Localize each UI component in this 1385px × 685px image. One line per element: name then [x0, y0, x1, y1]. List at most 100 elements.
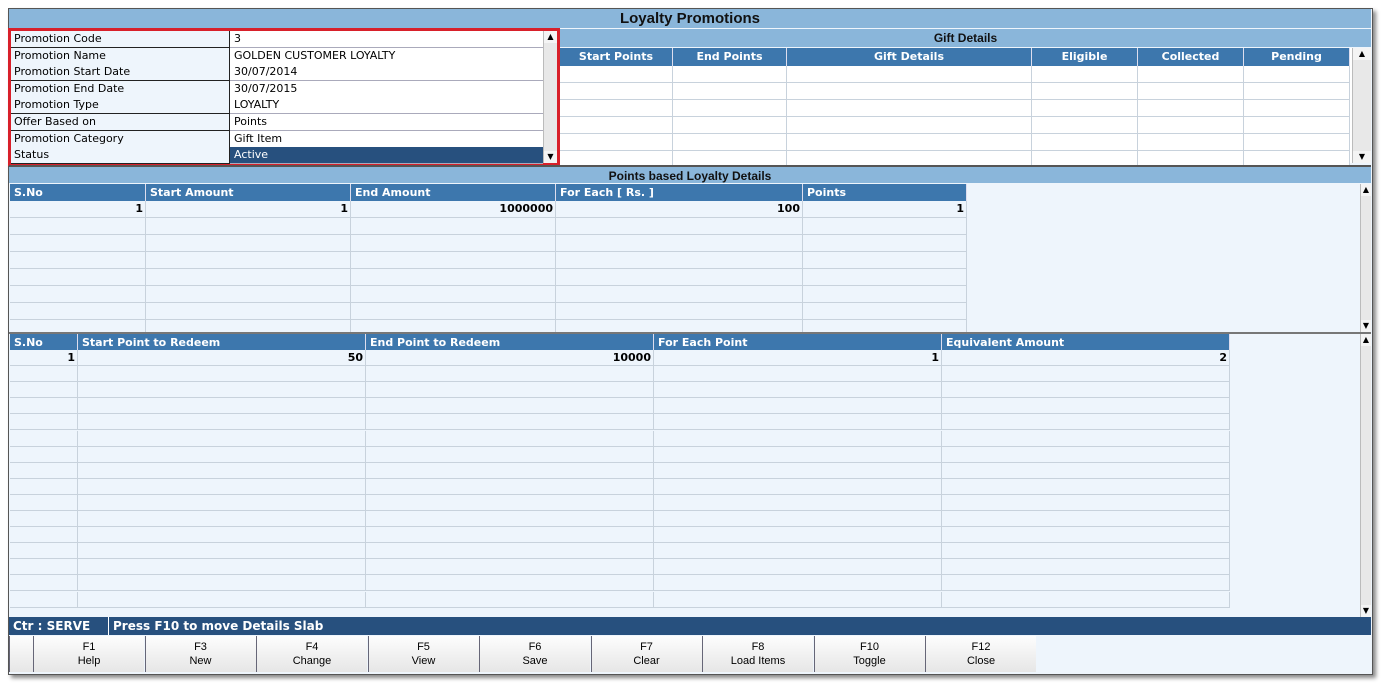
table-cell[interactable] [556, 235, 803, 251]
table-cell[interactable] [10, 446, 78, 462]
table-row[interactable] [10, 382, 1230, 399]
table-row[interactable] [10, 235, 967, 252]
table-cell[interactable] [942, 366, 1230, 382]
table-cell[interactable] [10, 303, 146, 319]
table-cell[interactable] [78, 398, 366, 414]
table-cell[interactable] [78, 446, 366, 462]
table-cell[interactable]: 1 [803, 201, 967, 217]
field-value[interactable]: LOYALTY [230, 97, 543, 115]
table-cell[interactable] [787, 134, 1032, 150]
table-cell[interactable] [10, 494, 78, 510]
table-cell[interactable] [351, 269, 556, 285]
scroll-down-icon[interactable]: ▼ [1361, 320, 1371, 332]
table-cell[interactable] [803, 286, 967, 302]
button-toggle[interactable]: F10 Toggle [813, 636, 925, 672]
table-cell[interactable] [1032, 66, 1138, 82]
table-cell[interactable] [366, 478, 654, 494]
table-cell[interactable] [673, 134, 787, 150]
table-cell[interactable] [1138, 100, 1244, 116]
table-cell[interactable] [366, 430, 654, 446]
table-cell[interactable] [78, 366, 366, 382]
column-header[interactable]: Start Amount [146, 184, 351, 201]
table-cell[interactable] [803, 235, 967, 251]
table-cell[interactable]: 1 [146, 201, 351, 217]
table-row[interactable]: 1 50 10000 1 2 [10, 350, 1230, 367]
scroll-up-icon[interactable]: ▲ [1361, 184, 1371, 196]
field-value[interactable]: 30/07/2015 [230, 80, 543, 98]
table-cell[interactable] [366, 462, 654, 478]
table-cell[interactable]: 1 [654, 350, 942, 366]
table-cell[interactable] [78, 511, 366, 527]
button-view[interactable]: F5 View [367, 636, 479, 672]
table-cell[interactable] [10, 478, 78, 494]
table-cell[interactable] [560, 100, 673, 116]
table-row[interactable]: 1 1 1000000 100 1 [10, 201, 967, 218]
field-value[interactable]: GOLDEN CUSTOMER LOYALTY [230, 47, 543, 65]
table-cell[interactable] [803, 218, 967, 234]
table-cell[interactable] [1032, 83, 1138, 99]
field-value[interactable]: Active [230, 147, 543, 165]
table-cell[interactable] [10, 591, 78, 607]
field-value[interactable]: 3 [230, 31, 543, 48]
table-cell[interactable] [942, 591, 1230, 607]
table-cell[interactable] [78, 382, 366, 398]
scroll-down-icon[interactable]: ▼ [1353, 151, 1371, 163]
table-cell[interactable] [366, 543, 654, 559]
table-row[interactable] [560, 100, 1350, 117]
table-cell[interactable] [560, 117, 673, 133]
table-cell[interactable] [78, 430, 366, 446]
table-cell[interactable] [942, 511, 1230, 527]
table-cell[interactable] [351, 303, 556, 319]
table-cell[interactable] [787, 66, 1032, 82]
table-cell[interactable] [10, 382, 78, 398]
table-row[interactable] [10, 398, 1230, 415]
button-save[interactable]: F6 Save [479, 636, 590, 672]
table-cell[interactable] [366, 511, 654, 527]
table-cell[interactable] [654, 543, 942, 559]
column-header[interactable]: Start Point to Redeem [78, 334, 366, 350]
table-row[interactable] [10, 269, 967, 286]
table-cell[interactable] [942, 414, 1230, 430]
table-cell[interactable] [146, 303, 351, 319]
scroll-up-icon[interactable]: ▲ [544, 31, 557, 43]
table-cell[interactable] [942, 494, 1230, 510]
table-cell[interactable] [366, 575, 654, 591]
table-cell[interactable] [942, 398, 1230, 414]
table-cell[interactable]: 2 [942, 350, 1230, 366]
table-cell[interactable] [366, 446, 654, 462]
table-cell[interactable] [146, 218, 351, 234]
table-cell[interactable] [560, 66, 673, 82]
table-cell[interactable] [673, 66, 787, 82]
table-cell[interactable] [1138, 134, 1244, 150]
table-cell[interactable] [942, 382, 1230, 398]
table-row[interactable] [10, 252, 967, 269]
table-cell[interactable] [10, 559, 78, 575]
table-row[interactable] [10, 462, 1230, 479]
table-cell[interactable] [78, 575, 366, 591]
table-cell[interactable] [787, 83, 1032, 99]
table-cell[interactable] [654, 398, 942, 414]
table-cell[interactable] [78, 591, 366, 607]
table-cell[interactable] [10, 575, 78, 591]
table-cell[interactable] [1032, 117, 1138, 133]
scroll-down-icon[interactable]: ▼ [1361, 605, 1371, 617]
table-cell[interactable] [10, 462, 78, 478]
table-cell[interactable] [10, 252, 146, 268]
table-row[interactable] [10, 575, 1230, 592]
table-cell[interactable] [1244, 66, 1350, 82]
table-cell[interactable] [654, 511, 942, 527]
table-cell[interactable] [654, 575, 942, 591]
table-cell[interactable] [78, 559, 366, 575]
table-cell[interactable] [787, 100, 1032, 116]
table-cell[interactable] [654, 382, 942, 398]
table-row[interactable] [10, 478, 1230, 495]
table-cell[interactable] [673, 83, 787, 99]
field-value[interactable]: Points [230, 114, 543, 131]
table-cell[interactable] [10, 286, 146, 302]
table-row[interactable] [10, 286, 967, 303]
table-cell[interactable] [78, 527, 366, 543]
table-cell[interactable] [673, 100, 787, 116]
button-change[interactable]: F4 Change [256, 636, 367, 672]
table-row[interactable] [10, 218, 967, 235]
table-cell[interactable] [556, 252, 803, 268]
